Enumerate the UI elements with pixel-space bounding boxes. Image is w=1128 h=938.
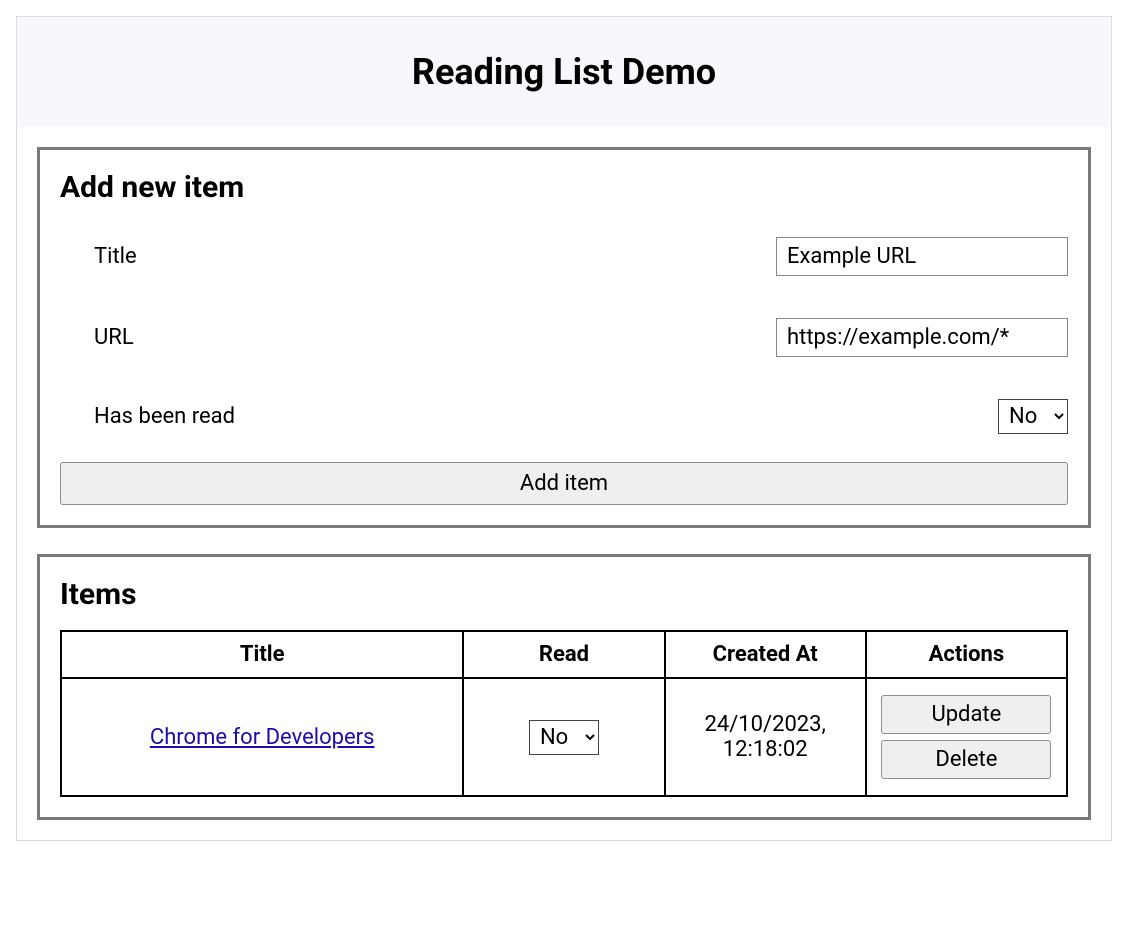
col-created-at: Created At xyxy=(665,631,866,678)
content-area: Add new item Title URL Has been read No … xyxy=(17,127,1111,840)
url-label: URL xyxy=(94,325,134,350)
title-label: Title xyxy=(94,244,137,269)
table-row: Chrome for Developers No Yes 24/10/2023,… xyxy=(61,678,1067,796)
table-header-row: Title Read Created At Actions xyxy=(61,631,1067,678)
add-item-heading: Add new item xyxy=(60,170,1068,205)
item-actions-cell: Update Delete xyxy=(866,678,1067,796)
delete-button[interactable]: Delete xyxy=(881,740,1051,779)
items-table: Title Read Created At Actions Chrome for… xyxy=(60,630,1068,797)
items-heading: Items xyxy=(60,577,1068,612)
col-actions: Actions xyxy=(866,631,1067,678)
has-been-read-select[interactable]: No Yes xyxy=(998,399,1068,434)
title-input[interactable] xyxy=(776,237,1068,276)
item-title-link[interactable]: Chrome for Developers xyxy=(150,725,375,750)
url-input[interactable] xyxy=(776,318,1068,357)
app-container: Reading List Demo Add new item Title URL… xyxy=(16,16,1112,841)
add-item-button[interactable]: Add item xyxy=(60,462,1068,505)
page-title: Reading List Demo xyxy=(37,51,1091,93)
form-row-read: Has been read No Yes xyxy=(60,385,1068,448)
col-title: Title xyxy=(61,631,463,678)
item-read-select[interactable]: No Yes xyxy=(529,720,599,755)
items-panel: Items Title Read Created At Actions Chro… xyxy=(37,554,1091,820)
has-been-read-label: Has been read xyxy=(94,404,235,429)
col-read: Read xyxy=(463,631,664,678)
form-row-title: Title xyxy=(60,223,1068,290)
header: Reading List Demo xyxy=(17,17,1111,127)
form-row-url: URL xyxy=(60,304,1068,371)
item-title-cell: Chrome for Developers xyxy=(61,678,463,796)
item-read-cell: No Yes xyxy=(463,678,664,796)
item-created-at-cell: 24/10/2023, 12:18:02 xyxy=(665,678,866,796)
update-button[interactable]: Update xyxy=(881,695,1051,734)
add-item-panel: Add new item Title URL Has been read No … xyxy=(37,147,1091,528)
